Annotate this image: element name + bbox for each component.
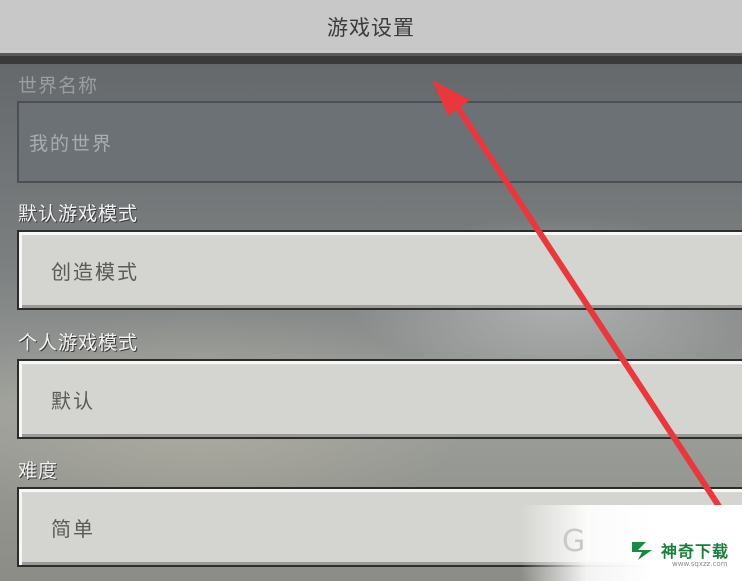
title-bar: 游戏设置	[0, 0, 742, 56]
watermark-url: www.sqxzz.com	[672, 560, 728, 568]
world-name-input[interactable]: 我的世界	[17, 101, 742, 183]
world-name-label: 世界名称	[18, 75, 99, 97]
world-name-value: 我的世界	[29, 132, 114, 155]
default-game-mode-value: 创造模式	[51, 259, 139, 284]
watermark-g-icon: G	[562, 524, 586, 559]
watermark-brand: 神奇下载	[661, 542, 730, 561]
personal-game-mode-dropdown[interactable]: 默认	[17, 359, 742, 439]
default-game-mode-label: 默认游戏模式	[18, 203, 139, 225]
default-game-mode-dropdown[interactable]: 创造模式	[17, 230, 742, 310]
panel-border	[0, 56, 742, 64]
page-title: 游戏设置	[327, 15, 415, 40]
personal-game-mode-label: 个人游戏模式	[18, 332, 139, 354]
personal-game-mode-value: 默认	[51, 388, 95, 413]
watermark-logo-icon	[632, 542, 652, 560]
difficulty-value: 简单	[51, 516, 95, 541]
difficulty-label: 难度	[18, 460, 59, 482]
